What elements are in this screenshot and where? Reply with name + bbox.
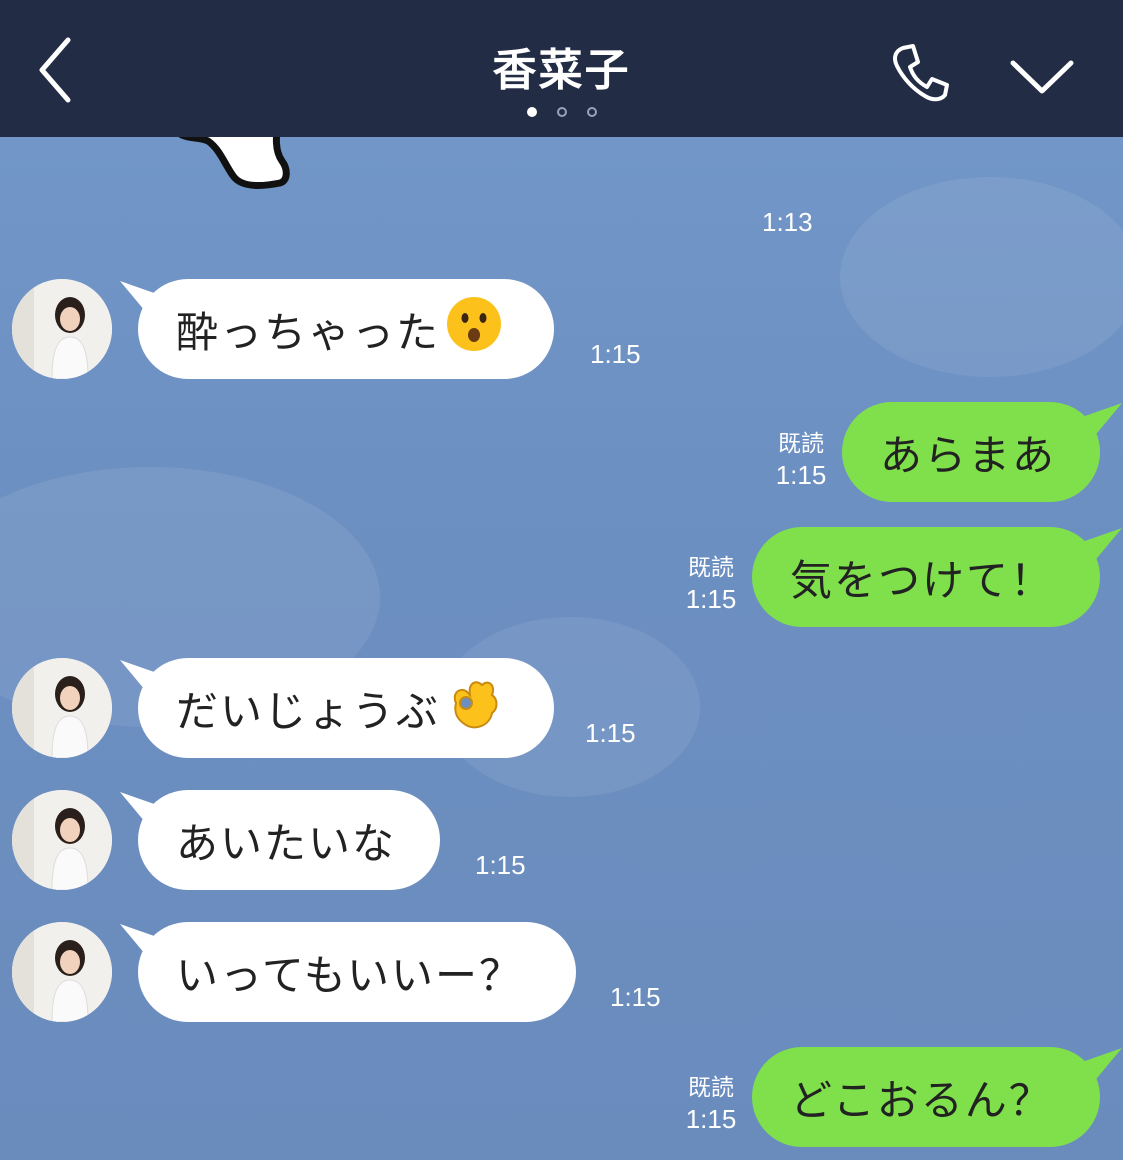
chat-header: 香菜子 — [0, 0, 1123, 137]
message-bubble-incoming[interactable]: いってもいいー？ — [138, 922, 576, 1022]
message-text: どこおるん？ — [790, 1075, 1053, 1125]
chat-area[interactable]: 1:13 酔っちゃった 1:15 既読 1:15 あらまあ 既読 1:15 気を… — [0, 137, 1123, 1160]
message-time: 1:15 — [685, 1104, 737, 1134]
message-time: 1:15 — [775, 460, 827, 490]
bubble-tail — [1082, 403, 1122, 439]
message-time: 1:13 — [762, 207, 813, 237]
message-text: あいたいな — [176, 818, 397, 868]
message-text: 気をつけて！ — [790, 555, 1055, 605]
menu-toggle-button[interactable] — [1005, 45, 1080, 105]
message-time: 1:15 — [590, 339, 641, 369]
message-bubble-incoming[interactable]: 酔っちゃった — [138, 279, 554, 379]
message-time: 1:15 — [610, 982, 661, 1012]
contact-avatar[interactable] — [12, 658, 112, 758]
message-time: 1:15 — [685, 584, 737, 614]
contact-avatar[interactable] — [12, 790, 112, 890]
phone-icon — [893, 44, 949, 102]
message-bubble-incoming[interactable]: だいじょうぶ — [138, 658, 554, 758]
ok-hand-emoji — [446, 673, 502, 743]
message-time: 1:15 — [585, 718, 636, 748]
message-text: あらまあ — [880, 430, 1057, 480]
read-receipt: 既読 — [688, 1075, 734, 1101]
bubble-tail — [1082, 528, 1122, 564]
message-meta: 既読 1:15 — [678, 1073, 744, 1135]
page-dot — [556, 107, 567, 117]
message-meta: 既読 1:15 — [678, 553, 744, 615]
call-button[interactable] — [885, 38, 955, 108]
page-dot-active — [526, 107, 537, 117]
message-text: いってもいいー？ — [176, 950, 523, 1000]
contact-avatar[interactable] — [12, 279, 112, 379]
read-receipt: 既読 — [688, 555, 734, 581]
sticker-image[interactable] — [160, 137, 300, 217]
hushed-face-emoji — [446, 296, 502, 362]
message-time: 1:15 — [475, 850, 526, 880]
message-bubble-incoming[interactable]: あいたいな — [138, 790, 440, 890]
message-bubble-outgoing[interactable]: どこおるん？ — [752, 1047, 1100, 1147]
message-meta: 既読 1:15 — [768, 429, 834, 491]
message-bubble-outgoing[interactable]: あらまあ — [842, 402, 1100, 502]
contact-avatar[interactable] — [12, 922, 112, 1022]
page-dot — [586, 107, 597, 117]
chevron-down-icon — [1010, 60, 1074, 94]
read-receipt: 既読 — [778, 431, 824, 457]
message-text: 酔っちゃった — [176, 307, 441, 357]
bubble-tail — [1082, 1048, 1122, 1084]
message-text: だいじょうぶ — [176, 686, 441, 736]
message-bubble-outgoing[interactable]: 気をつけて！ — [752, 527, 1100, 627]
background-cloud — [840, 177, 1123, 377]
